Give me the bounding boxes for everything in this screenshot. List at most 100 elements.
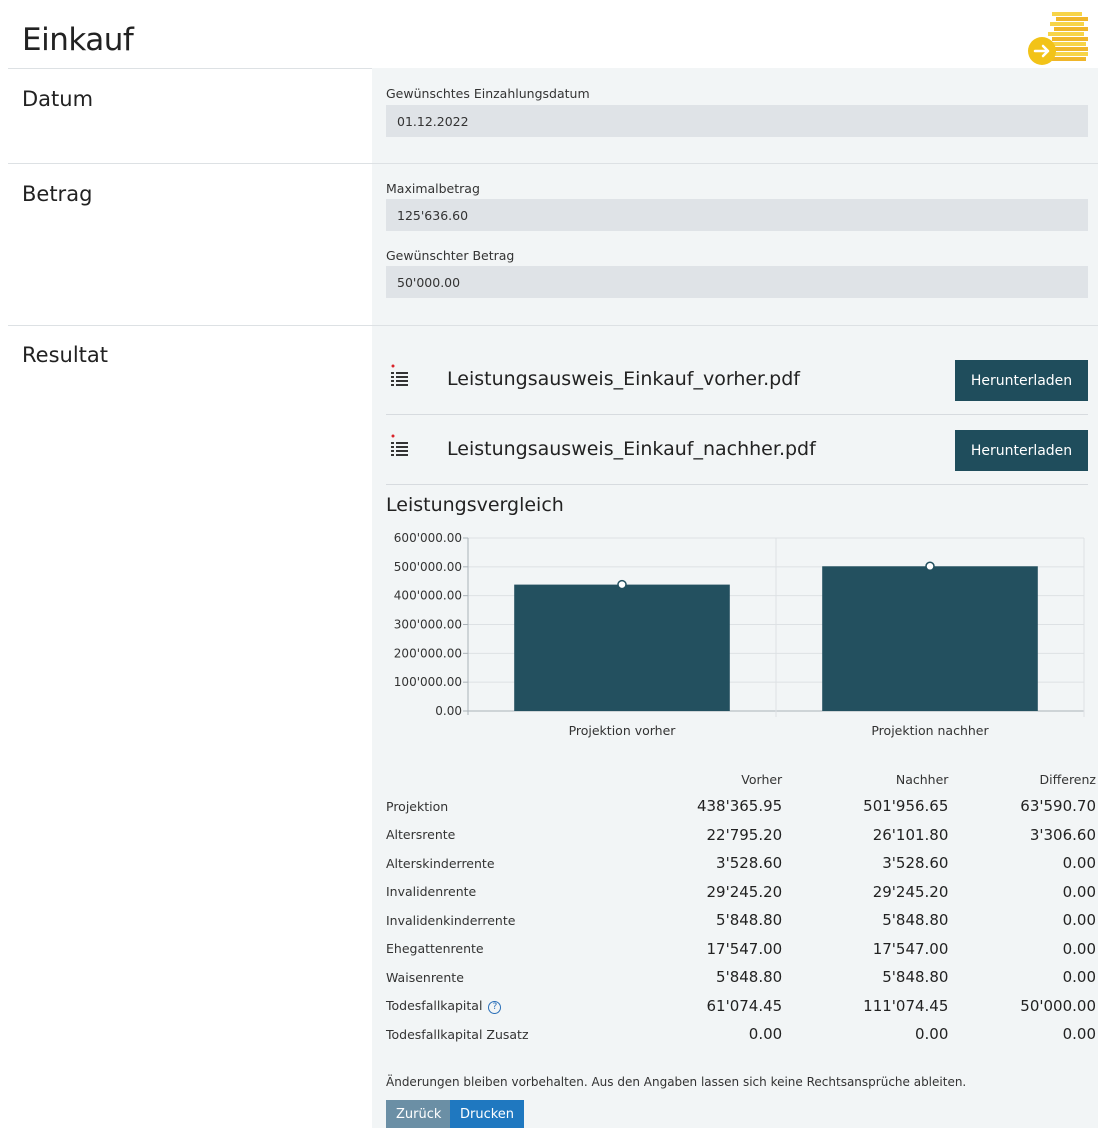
table-row: Altersrente 22'795.20 26'101.80 3'306.60 — [386, 821, 1096, 850]
table-row: Ehegattenrente 17'547.00 17'547.00 0.00 — [386, 935, 1096, 964]
bar — [822, 566, 1038, 711]
cell-differenz: 3'306.60 — [1029, 825, 1096, 844]
column-header: Nachher — [895, 771, 949, 787]
row-label-text: Todesfallkapital — [386, 997, 483, 1013]
cell-nachher: 0.00 — [915, 1025, 949, 1044]
cell-vorher: 22'795.20 — [706, 825, 783, 844]
cell-vorher: 29'245.20 — [706, 882, 783, 901]
y-tick-label: 500'000.00 — [394, 560, 462, 574]
download-button[interactable]: Herunterladen — [955, 430, 1088, 471]
comparison-table: Vorher Nachher Differenz Projektion 438'3… — [386, 766, 1096, 1049]
cell-vorher: 5'848.80 — [716, 968, 783, 987]
y-tick-label: 200'000.00 — [394, 646, 462, 660]
table-row: Projektion 438'365.95 501'956.65 63'590.70 — [386, 792, 1096, 821]
bar-marker — [617, 579, 627, 590]
section-divider — [8, 325, 1098, 326]
row-label: Todesfallkapital? — [386, 992, 616, 1021]
table-row: Invalidenrente 29'245.20 29'245.20 0.00 — [386, 878, 1096, 907]
chart-title: Leistungsvergleich — [386, 494, 564, 516]
help-icon[interactable]: ? — [488, 1000, 502, 1014]
cell-differenz: 0.00 — [1062, 854, 1096, 873]
column-header: Vorher — [741, 771, 783, 787]
row-label: Invalidenkinderrente — [386, 906, 616, 935]
bar-marker — [925, 561, 935, 572]
row-label: Todesfallkapital Zusatz — [386, 1020, 616, 1049]
wanted-amount-field[interactable] — [386, 266, 1088, 298]
row-label-text: Altersrente — [386, 827, 456, 843]
cell-differenz: 50'000.00 — [1020, 996, 1096, 1015]
column-header: Differenz — [1039, 771, 1096, 787]
cell-vorher: 61'074.45 — [706, 996, 783, 1015]
file-divider — [386, 484, 1088, 485]
table-row: Alterskinderrente 3'528.60 3'528.60 0.00 — [386, 849, 1096, 878]
cell-differenz: 0.00 — [1062, 968, 1096, 987]
cell-vorher: 0.00 — [748, 1025, 783, 1044]
pdf-document-icon — [391, 434, 408, 456]
row-label-text: Invalidenrente — [386, 884, 477, 900]
row-label-text: Projektion — [386, 798, 449, 814]
row-label: Invalidenrente — [386, 878, 616, 907]
print-button[interactable]: Drucken — [450, 1100, 525, 1128]
section-resultat-title: Resultat — [22, 343, 108, 367]
table-header-row: Vorher Nachher Differenz — [386, 766, 1096, 792]
row-label: Projektion — [386, 792, 616, 821]
pdf-document-icon — [391, 364, 408, 386]
row-label: Alterskinderrente — [386, 849, 616, 878]
y-tick-label: 0.00 — [435, 704, 462, 718]
cell-nachher: 501'956.65 — [863, 797, 949, 816]
cell-nachher: 3'528.60 — [882, 854, 949, 873]
cell-differenz: 63'590.70 — [1020, 797, 1096, 816]
cell-vorher: 5'848.80 — [716, 911, 783, 930]
file-name: Leistungsausweis_Einkauf_nachher.pdf — [447, 438, 816, 460]
row-label-text: Waisenrente — [386, 969, 464, 985]
row-label-text: Invalidenkinderrente — [386, 912, 516, 928]
row-label-text: Alterskinderrente — [386, 855, 495, 871]
disclaimer-text: Änderungen bleiben vorbehalten. Aus den … — [386, 1075, 967, 1089]
section-betrag-title: Betrag — [22, 182, 93, 206]
max-amount-label: Maximalbetrag — [386, 181, 480, 196]
x-category-label: Projektion vorher — [569, 723, 677, 738]
row-label: Waisenrente — [386, 963, 616, 992]
cell-vorher: 438'365.95 — [696, 797, 783, 816]
download-button[interactable]: Herunterladen — [955, 360, 1088, 401]
bar — [514, 584, 730, 711]
y-tick-label: 600'000.00 — [394, 531, 462, 545]
cell-nachher: 111'074.45 — [863, 996, 949, 1015]
cell-differenz: 0.00 — [1062, 882, 1096, 901]
cell-nachher: 29'245.20 — [872, 882, 949, 901]
cell-nachher: 17'547.00 — [872, 939, 949, 958]
file-name: Leistungsausweis_Einkauf_vorher.pdf — [447, 368, 800, 390]
cell-nachher: 5'848.80 — [882, 911, 949, 930]
cell-vorher: 3'528.60 — [716, 854, 783, 873]
comparison-bar-chart: 0.00 100'000.00 200'000.00 300'000.00 400'00… — [394, 531, 1085, 738]
cell-nachher: 26'101.80 — [872, 825, 949, 844]
section-divider — [8, 163, 1098, 164]
payment-date-label: Gewünschtes Einzahlungsdatum — [386, 86, 590, 101]
cell-differenz: 0.00 — [1062, 911, 1096, 930]
row-label-text: Ehegattenrente — [386, 941, 484, 957]
table-row: Waisenrente 5'848.80 5'848.80 0.00 — [386, 963, 1096, 992]
page-title: Einkauf — [22, 22, 134, 58]
max-amount-field[interactable] — [386, 199, 1088, 231]
row-label: Altersrente — [386, 821, 616, 850]
cell-differenz: 0.00 — [1062, 939, 1096, 958]
table-row: Todesfallkapital? 61'074.45 111'074.45 50'0… — [386, 992, 1096, 1021]
cell-differenz: 0.00 — [1062, 1025, 1096, 1044]
y-tick-label: 100'000.00 — [394, 675, 462, 689]
row-label-text: Todesfallkapital Zusatz — [386, 1026, 529, 1042]
y-tick-label: 300'000.00 — [394, 618, 462, 632]
section-datum-title: Datum — [22, 87, 94, 111]
cell-nachher: 5'848.80 — [882, 968, 949, 987]
x-category-label: Projektion nachher — [871, 723, 989, 738]
back-button[interactable]: Zurück — [386, 1100, 452, 1128]
cell-vorher: 17'547.00 — [706, 939, 783, 958]
file-row-vorher: Leistungsausweis_Einkauf_vorher.pdf Heru… — [386, 360, 1088, 402]
wanted-amount-label: Gewünschter Betrag — [386, 248, 515, 263]
table-row: Todesfallkapital Zusatz 0.00 0.00 0.00 — [386, 1020, 1096, 1049]
coins-logo-icon — [1028, 12, 1088, 65]
file-row-nachher: Leistungsausweis_Einkauf_nachher.pdf Her… — [386, 430, 1088, 472]
payment-date-field[interactable] — [386, 105, 1088, 137]
row-label: Ehegattenrente — [386, 935, 616, 964]
y-tick-label: 400'000.00 — [394, 589, 462, 603]
file-divider — [386, 414, 1088, 415]
